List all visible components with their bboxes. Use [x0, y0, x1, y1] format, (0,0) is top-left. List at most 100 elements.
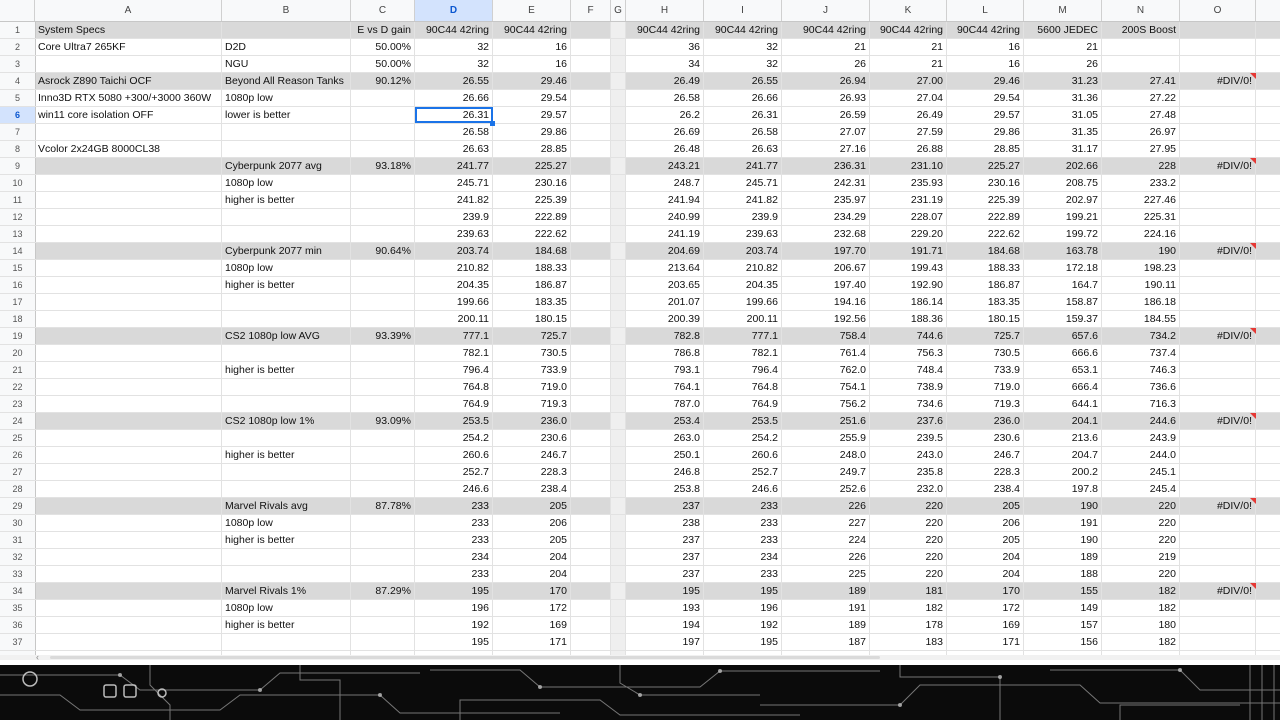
cell-o31[interactable] — [1180, 532, 1256, 548]
cell-e34[interactable]: 170 — [493, 583, 571, 599]
cell-h23[interactable]: 787.0 — [626, 396, 704, 412]
cell-m5[interactable]: 31.36 — [1024, 90, 1102, 106]
cell-l18[interactable]: 180.15 — [947, 311, 1024, 327]
cell-o29[interactable]: #DIV/0! — [1180, 498, 1256, 514]
cell-j10[interactable]: 242.31 — [782, 175, 870, 191]
cell-i10[interactable]: 245.71 — [704, 175, 782, 191]
cell-d13[interactable]: 239.63 — [415, 226, 493, 242]
cell-f30[interactable] — [571, 515, 611, 531]
row-number[interactable]: 5 — [0, 90, 36, 106]
cell-g6[interactable] — [611, 107, 626, 123]
cell-a36[interactable] — [35, 617, 222, 633]
cell-m19[interactable]: 657.6 — [1024, 328, 1102, 344]
cell-c15[interactable] — [351, 260, 415, 276]
cell-m2[interactable]: 21 — [1024, 39, 1102, 55]
cell-n29[interactable]: 220 — [1102, 498, 1180, 514]
cell-a21[interactable] — [35, 362, 222, 378]
cell-m24[interactable]: 204.1 — [1024, 413, 1102, 429]
column-header-f[interactable]: F — [571, 0, 611, 21]
cell-g4[interactable] — [611, 73, 626, 89]
cell-m17[interactable]: 158.87 — [1024, 294, 1102, 310]
cell-d33[interactable]: 233 — [415, 566, 493, 582]
cell-b2[interactable]: D2D — [222, 39, 351, 55]
cell-f12[interactable] — [571, 209, 611, 225]
cell-a9[interactable] — [35, 158, 222, 174]
cell-d11[interactable]: 241.82 — [415, 192, 493, 208]
row-number[interactable]: 7 — [0, 124, 36, 140]
cell-a13[interactable] — [35, 226, 222, 242]
cell-d37[interactable]: 195 — [415, 634, 493, 650]
cell-a10[interactable] — [35, 175, 222, 191]
cell-f3[interactable] — [571, 56, 611, 72]
cell-i2[interactable]: 32 — [704, 39, 782, 55]
cell-h24[interactable]: 253.4 — [626, 413, 704, 429]
cell-d28[interactable]: 246.6 — [415, 481, 493, 497]
cell-b34[interactable]: Marvel Rivals 1% — [222, 583, 351, 599]
cell-g37[interactable] — [611, 634, 626, 650]
cell-l37[interactable]: 171 — [947, 634, 1024, 650]
cell-l23[interactable]: 719.3 — [947, 396, 1024, 412]
cell-n27[interactable]: 245.1 — [1102, 464, 1180, 480]
cell-n16[interactable]: 190.11 — [1102, 277, 1180, 293]
row-number[interactable]: 18 — [0, 311, 36, 327]
cell-n11[interactable]: 227.46 — [1102, 192, 1180, 208]
cell-e27[interactable]: 228.3 — [493, 464, 571, 480]
cell-i31[interactable]: 233 — [704, 532, 782, 548]
cell-n26[interactable]: 244.0 — [1102, 447, 1180, 463]
cell-j2[interactable]: 21 — [782, 39, 870, 55]
cell-j9[interactable]: 236.31 — [782, 158, 870, 174]
row-number[interactable]: 33 — [0, 566, 36, 582]
cell-j5[interactable]: 26.93 — [782, 90, 870, 106]
cell-h10[interactable]: 248.7 — [626, 175, 704, 191]
cell-j21[interactable]: 762.0 — [782, 362, 870, 378]
cell-e35[interactable]: 172 — [493, 600, 571, 616]
cell-a2[interactable]: Core Ultra7 265KF — [35, 39, 222, 55]
cell-j28[interactable]: 252.6 — [782, 481, 870, 497]
cell-c34[interactable]: 87.29% — [351, 583, 415, 599]
column-header-b[interactable]: B — [222, 0, 351, 21]
cell-g29[interactable] — [611, 498, 626, 514]
cell-h13[interactable]: 241.19 — [626, 226, 704, 242]
cell-o5[interactable] — [1180, 90, 1256, 106]
cell-g33[interactable] — [611, 566, 626, 582]
cell-n30[interactable]: 220 — [1102, 515, 1180, 531]
cell-h34[interactable]: 195 — [626, 583, 704, 599]
cell-g12[interactable] — [611, 209, 626, 225]
cell-f32[interactable] — [571, 549, 611, 565]
cell-j32[interactable]: 226 — [782, 549, 870, 565]
cell-m9[interactable]: 202.66 — [1024, 158, 1102, 174]
cell-i35[interactable]: 196 — [704, 600, 782, 616]
cell-a20[interactable] — [35, 345, 222, 361]
cell-o2[interactable] — [1180, 39, 1256, 55]
column-header-a[interactable]: A — [35, 0, 222, 21]
column-header-c[interactable]: C — [351, 0, 415, 21]
cell-n10[interactable]: 233.2 — [1102, 175, 1180, 191]
cell-e24[interactable]: 236.0 — [493, 413, 571, 429]
cell-k9[interactable]: 231.10 — [870, 158, 947, 174]
cell-l15[interactable]: 188.33 — [947, 260, 1024, 276]
cell-k32[interactable]: 220 — [870, 549, 947, 565]
cell-g11[interactable] — [611, 192, 626, 208]
cell-j27[interactable]: 249.7 — [782, 464, 870, 480]
cell-f9[interactable] — [571, 158, 611, 174]
cell-i18[interactable]: 200.11 — [704, 311, 782, 327]
cell-b6[interactable]: lower is better — [222, 107, 351, 123]
cell-l21[interactable]: 733.9 — [947, 362, 1024, 378]
cell-c12[interactable] — [351, 209, 415, 225]
cell-f15[interactable] — [571, 260, 611, 276]
cell-l31[interactable]: 205 — [947, 532, 1024, 548]
cell-i20[interactable]: 782.1 — [704, 345, 782, 361]
cell-o12[interactable] — [1180, 209, 1256, 225]
cell-c14[interactable]: 90.64% — [351, 243, 415, 259]
row-number[interactable]: 10 — [0, 175, 36, 191]
column-header-e[interactable]: E — [493, 0, 571, 21]
cell-e20[interactable]: 730.5 — [493, 345, 571, 361]
cell-k20[interactable]: 756.3 — [870, 345, 947, 361]
cell-n6[interactable]: 27.48 — [1102, 107, 1180, 123]
cell-h19[interactable]: 782.8 — [626, 328, 704, 344]
cell-d1[interactable]: 90C44 42ring — [415, 22, 493, 38]
cell-j16[interactable]: 197.40 — [782, 277, 870, 293]
cell-k2[interactable]: 21 — [870, 39, 947, 55]
cell-d31[interactable]: 233 — [415, 532, 493, 548]
cell-f10[interactable] — [571, 175, 611, 191]
